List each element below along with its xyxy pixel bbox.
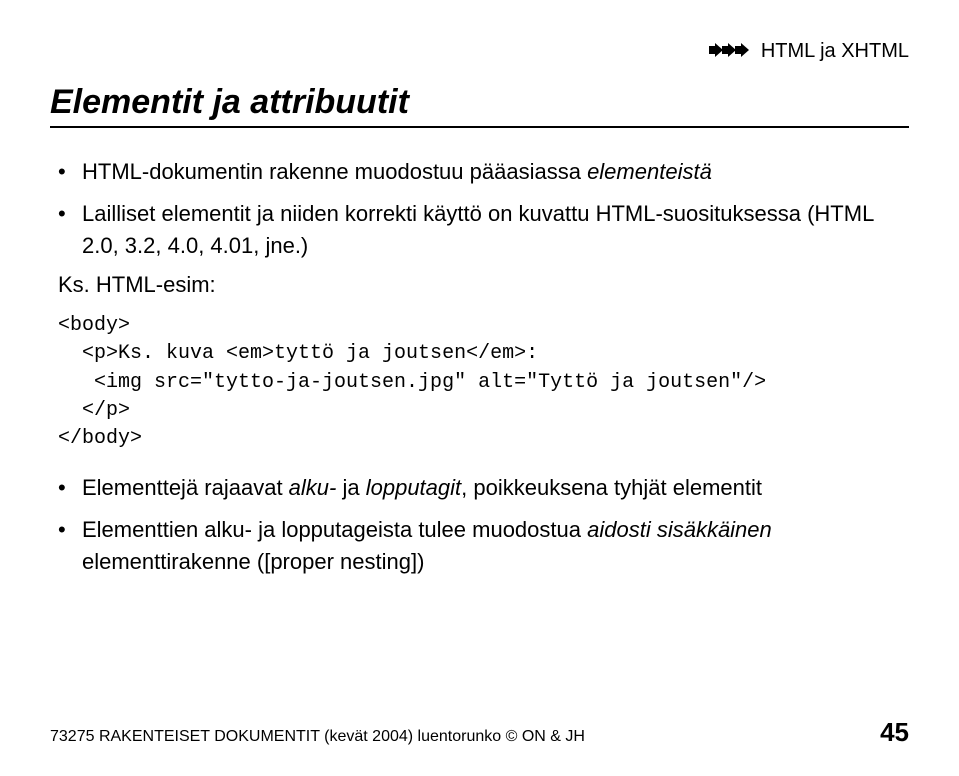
bullet-list-2: Elementtejä rajaavat alku- ja lopputagit… (50, 472, 909, 578)
text: Lailliset elementit ja niiden korrekti k… (82, 201, 874, 258)
footer-left: 73275 RAKENTEISET DOKUMENTIT (kevät 2004… (50, 728, 585, 746)
bullet-list: HTML-dokumentin rakenne muodostuu pääasi… (50, 156, 909, 262)
bullet-item: Lailliset elementit ja niiden korrekti k… (78, 198, 909, 262)
text-em: elementeistä (587, 159, 712, 184)
text-em: aidosti sisäkkäinen (587, 517, 772, 542)
text-em: lopputagit (366, 475, 461, 500)
text: elementtirakenne ([proper nesting]) (82, 549, 424, 574)
bullet-item: Elementtejä rajaavat alku- ja lopputagit… (78, 472, 909, 504)
text: HTML-dokumentin rakenne muodostuu pääasi… (82, 159, 587, 184)
text: Elementtien alku- ja lopputageista tulee… (82, 517, 587, 542)
breadcrumb: HTML ja XHTML (50, 40, 909, 63)
breadcrumb-text: HTML ja XHTML (761, 40, 909, 62)
footer: 73275 RAKENTEISET DOKUMENTIT (kevät 2004… (50, 717, 909, 748)
arrow-right-icon (710, 40, 749, 63)
text: Elementtejä rajaavat (82, 475, 289, 500)
text-em: alku- (289, 475, 337, 500)
page-number: 45 (880, 717, 909, 748)
code-block: <body> <p>Ks. kuva <em>tyttö ja joutsen<… (58, 312, 909, 454)
text: , poikkeuksena tyhjät elementit (461, 475, 762, 500)
esim-label: Ks. HTML-esim: (58, 272, 909, 298)
text: ja (336, 475, 365, 500)
bullet-item: Elementtien alku- ja lopputageista tulee… (78, 514, 909, 578)
title-rule (50, 126, 909, 128)
bullet-item: HTML-dokumentin rakenne muodostuu pääasi… (78, 156, 909, 188)
page-title: Elementit ja attribuutit (50, 83, 909, 122)
